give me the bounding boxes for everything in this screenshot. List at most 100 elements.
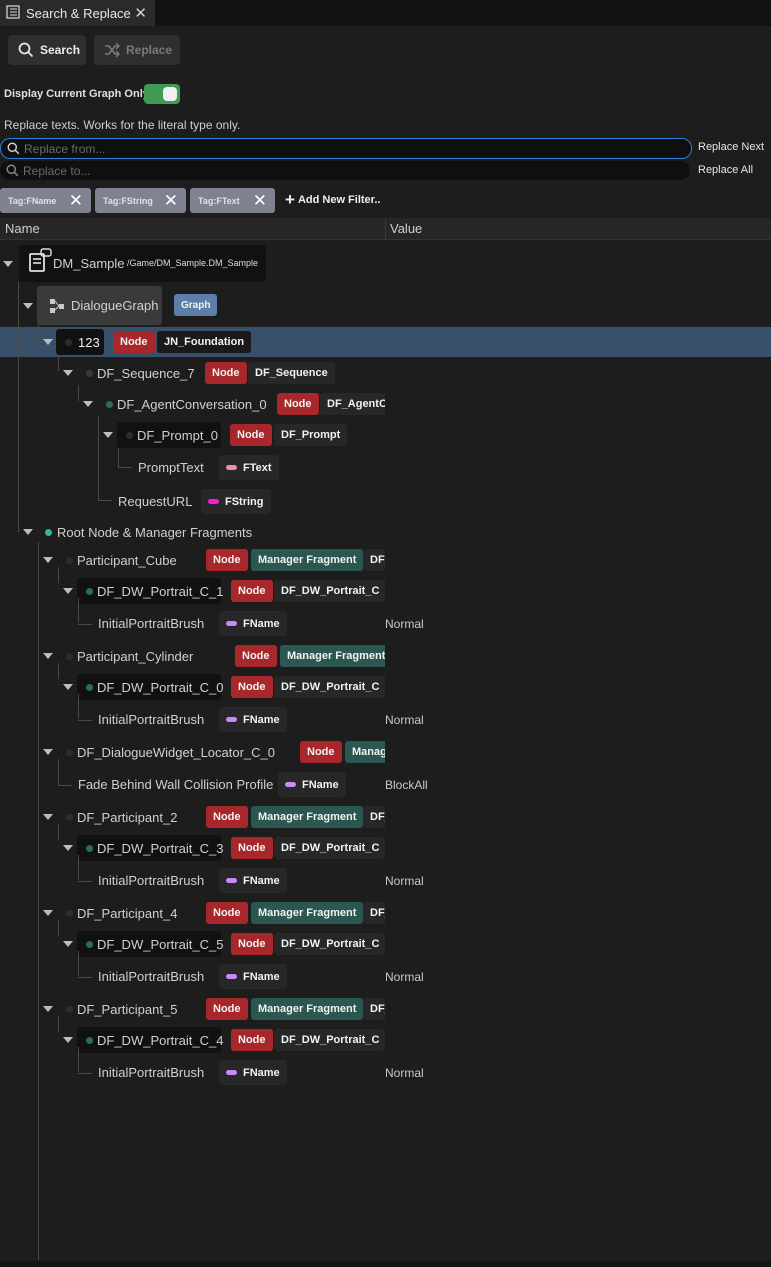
fstring-pill-icon — [208, 499, 219, 504]
fname-pill-icon — [285, 782, 296, 787]
type-label: FName — [243, 970, 280, 983]
expand-arrow-icon[interactable] — [43, 814, 53, 820]
node-badge: Node — [206, 998, 248, 1020]
node-dot-icon — [86, 845, 93, 852]
type-badge: FName — [219, 611, 287, 636]
node-badge: Node — [230, 424, 272, 446]
node-dot-icon — [66, 749, 73, 756]
search-icon — [6, 164, 19, 177]
tab-search-replace[interactable]: Search & Replace ✕ — [0, 0, 155, 26]
expand-arrow-icon[interactable] — [43, 1006, 53, 1012]
class-badge: DF_DW_Portrait_C — [274, 580, 385, 602]
close-icon[interactable]: ✕ — [134, 4, 147, 22]
type-label: FName — [243, 874, 280, 887]
add-filter-button[interactable]: + Add New Filter.. — [285, 191, 380, 208]
expand-arrow-icon[interactable] — [43, 910, 53, 916]
column-name[interactable]: Name — [5, 221, 40, 236]
fname-pill-icon — [226, 1070, 237, 1075]
replace-from-field[interactable] — [0, 138, 692, 159]
replace-button[interactable]: Replace — [94, 35, 180, 65]
tree-guide — [118, 467, 132, 468]
filter-chip-label: Tag:FString — [103, 195, 153, 206]
node-dot-icon — [106, 401, 113, 408]
fragment-badge: Manager Fragment — [251, 902, 364, 924]
expand-arrow-icon[interactable] — [83, 401, 93, 407]
class-badge: DF_DW_Portrait_C — [274, 837, 385, 859]
close-icon[interactable]: ✕ — [253, 192, 267, 209]
replace-next-button[interactable]: Replace Next — [698, 141, 765, 153]
search-icon — [7, 142, 20, 155]
filter-chip-fstring[interactable]: Tag:FString ✕ — [95, 188, 186, 213]
expand-arrow-icon[interactable] — [63, 1037, 73, 1043]
fragment-badge: Manager Fragment — [345, 741, 385, 763]
expand-arrow-icon[interactable] — [63, 588, 73, 594]
expand-arrow-icon[interactable] — [103, 432, 113, 438]
dialogue-asset-icon — [27, 248, 53, 277]
expand-arrow-icon[interactable] — [43, 339, 53, 345]
node-badge: Node — [113, 331, 155, 353]
node-dot-icon — [66, 653, 73, 660]
expand-arrow-icon[interactable] — [23, 529, 33, 535]
tree-label: DF_Participant_5 — [77, 1002, 178, 1017]
tree-guide — [78, 385, 79, 401]
replace-to-field[interactable] — [0, 161, 690, 180]
tab-title: Search & Replace — [26, 5, 131, 21]
expand-arrow-icon[interactable] — [63, 845, 73, 851]
tree-guide — [58, 824, 59, 840]
expand-arrow-icon[interactable] — [43, 749, 53, 755]
column-value[interactable]: Value — [390, 221, 422, 236]
class-badge: JN_Foundation — [157, 331, 252, 353]
node-dot-icon — [86, 941, 93, 948]
tree-guide — [38, 542, 39, 1260]
graph-badge: Graph — [174, 294, 218, 316]
type-badge: FName — [219, 868, 287, 893]
expand-arrow-icon[interactable] — [63, 684, 73, 690]
replace-from-input[interactable] — [20, 141, 691, 156]
tree-guide — [118, 448, 119, 467]
tree-guide — [78, 624, 92, 625]
expand-arrow-icon[interactable] — [43, 653, 53, 659]
expand-arrow-icon[interactable] — [43, 557, 53, 563]
replace-to-input[interactable] — [19, 163, 690, 178]
expand-arrow-icon[interactable] — [63, 941, 73, 947]
tree-guide — [78, 881, 92, 882]
tree-guide — [58, 567, 59, 583]
filter-chip-ftext[interactable]: Tag:FText ✕ — [190, 188, 275, 213]
fname-pill-icon — [226, 717, 237, 722]
close-icon[interactable]: ✕ — [69, 192, 83, 209]
results-header: Name Value — [0, 218, 771, 240]
horizontal-scrollbar[interactable] — [0, 1261, 771, 1267]
column-divider[interactable] — [385, 218, 386, 239]
node-badge: Node — [205, 362, 247, 384]
tree-guide — [58, 355, 59, 371]
replace-all-button[interactable]: Replace All — [698, 164, 754, 176]
fragment-dot-icon — [45, 529, 52, 536]
expand-arrow-icon[interactable] — [23, 303, 33, 309]
expand-arrow-icon[interactable] — [63, 370, 73, 376]
node-badge: Node — [206, 806, 248, 828]
tree-label: InitialPortraitBrush — [98, 616, 205, 631]
tree-label: DF_Sequence_7 — [97, 366, 195, 381]
node-dot-icon — [86, 684, 93, 691]
value-cell: Normal — [385, 874, 424, 888]
expand-arrow-icon[interactable] — [3, 261, 13, 267]
search-icon — [18, 42, 34, 58]
type-badge: FText — [219, 455, 279, 480]
node-dot-icon — [66, 814, 73, 821]
search-button[interactable]: Search — [8, 35, 86, 65]
filter-chip-fname[interactable]: Tag:FName ✕ — [0, 188, 91, 213]
class-badge: DF_Participant — [363, 549, 385, 571]
filter-chip-label: Tag:FName — [8, 195, 57, 206]
tree-guide — [78, 694, 79, 719]
tree-label: DialogueGraph — [71, 298, 159, 313]
info-text: Replace texts. Works for the literal typ… — [4, 118, 241, 132]
tree-label: DF_DW_Portrait_C_4 — [97, 1033, 224, 1048]
type-badge: FName — [219, 707, 287, 732]
close-icon[interactable]: ✕ — [164, 192, 178, 209]
filter-chip-label: Tag:FText — [198, 195, 240, 206]
value-cell: BlockAll — [385, 778, 428, 792]
tree-guide — [78, 1073, 92, 1074]
class-badge: DF_Participant — [363, 902, 385, 924]
display-current-graph-toggle[interactable] — [144, 84, 180, 104]
tree-label: PromptText — [138, 460, 204, 475]
